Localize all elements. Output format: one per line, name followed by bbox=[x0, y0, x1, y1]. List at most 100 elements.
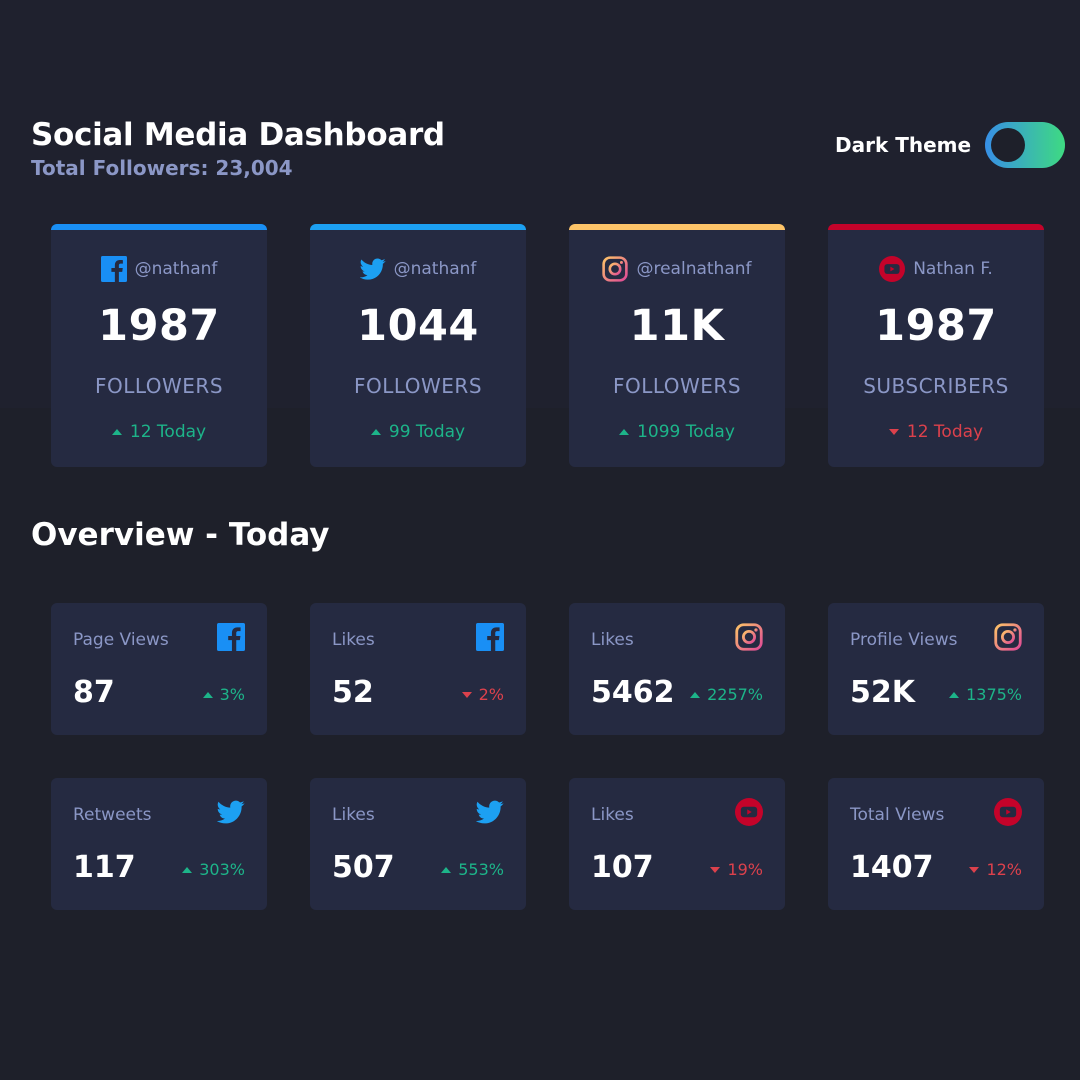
metric-label: Page Views bbox=[73, 630, 169, 650]
arrow-up-icon bbox=[619, 429, 630, 435]
change-text: 1375% bbox=[966, 685, 1022, 704]
metric-label: Profile Views bbox=[850, 630, 958, 650]
facebook-icon bbox=[100, 256, 127, 282]
overview-card[interactable]: Total Views 1407 12% bbox=[828, 778, 1044, 910]
arrow-down-icon bbox=[969, 866, 980, 873]
arrow-up-icon bbox=[202, 691, 213, 698]
change-text: 553% bbox=[458, 860, 504, 879]
today-change: 12 Today bbox=[828, 422, 1044, 442]
overview-card[interactable]: Page Views 87 3% bbox=[51, 603, 267, 735]
metric-change: 2257% bbox=[690, 685, 763, 704]
youtube-icon bbox=[879, 256, 906, 282]
card-accent-bar bbox=[828, 224, 1044, 230]
arrow-up-icon bbox=[370, 429, 381, 435]
metric-label: Likes bbox=[332, 805, 375, 825]
handle-text: Nathan F. bbox=[913, 259, 993, 279]
handle-text: @nathanf bbox=[134, 259, 218, 279]
theme-toggle[interactable] bbox=[985, 122, 1065, 168]
twitter-icon bbox=[476, 800, 504, 824]
metric-value: 52K bbox=[850, 675, 915, 710]
metric-value: 5462 bbox=[591, 675, 675, 710]
overview-card[interactable]: Likes 107 19% bbox=[569, 778, 785, 910]
overview-card[interactable]: Profile Views 52K 1375% bbox=[828, 603, 1044, 735]
overview-card[interactable]: Retweets 117 303% bbox=[51, 778, 267, 910]
today-change: 1099 Today bbox=[569, 422, 785, 442]
follower-unit: SUBSCRIBERS bbox=[863, 374, 1009, 398]
change-text: 12% bbox=[986, 860, 1022, 879]
arrow-up-icon bbox=[690, 691, 701, 698]
today-text: 12 Today bbox=[906, 422, 984, 442]
follower-unit: FOLLOWERS bbox=[612, 374, 742, 398]
facebook-icon bbox=[476, 623, 504, 651]
youtube-icon bbox=[994, 798, 1022, 826]
metric-label: Likes bbox=[591, 630, 634, 650]
toggle-knob bbox=[991, 128, 1025, 162]
metric-value: 1407 bbox=[850, 850, 934, 885]
twitter-icon bbox=[359, 258, 386, 280]
twitter-icon bbox=[217, 800, 245, 824]
overview-card[interactable]: Likes 5462 2257% bbox=[569, 603, 785, 735]
metric-change: 303% bbox=[182, 860, 245, 879]
facebook-icon bbox=[217, 623, 245, 651]
metric-label: Likes bbox=[591, 805, 634, 825]
arrow-up-icon bbox=[441, 866, 452, 873]
follower-card-twitter[interactable]: @nathanf 1044 FOLLOWERS 99 Today bbox=[310, 224, 526, 467]
change-text: 2257% bbox=[707, 685, 763, 704]
follower-card-youtube[interactable]: Nathan F. 1987 SUBSCRIBERS 12 Today bbox=[828, 224, 1044, 467]
arrow-up-icon bbox=[949, 691, 960, 698]
metric-value: 117 bbox=[73, 850, 136, 885]
handle-text: @realnathanf bbox=[636, 259, 752, 279]
metric-value: 107 bbox=[591, 850, 654, 885]
overview-card[interactable]: Likes 52 2% bbox=[310, 603, 526, 735]
theme-label: Dark Theme bbox=[835, 133, 972, 157]
follower-count: 1987 bbox=[98, 301, 220, 351]
follower-count: 11K bbox=[629, 301, 725, 351]
metric-label: Total Views bbox=[850, 805, 945, 825]
change-text: 2% bbox=[478, 685, 504, 704]
overview-card[interactable]: Likes 507 553% bbox=[310, 778, 526, 910]
arrow-up-icon bbox=[182, 866, 193, 873]
overview-title: Overview - Today bbox=[31, 517, 330, 553]
today-text: 1099 Today bbox=[637, 422, 735, 442]
metric-value: 52 bbox=[332, 675, 374, 710]
card-handle: Nathan F. bbox=[828, 254, 1044, 284]
instagram-icon bbox=[735, 623, 763, 651]
handle-text: @nathanf bbox=[393, 259, 477, 279]
follower-unit: FOLLOWERS bbox=[353, 374, 483, 398]
metric-label: Likes bbox=[332, 630, 375, 650]
card-accent-bar bbox=[51, 224, 267, 230]
arrow-down-icon bbox=[888, 429, 899, 435]
follower-card-facebook[interactable]: @nathanf 1987 FOLLOWERS 12 Today bbox=[51, 224, 267, 467]
follower-count: 1044 bbox=[357, 301, 479, 351]
arrow-down-icon bbox=[710, 866, 721, 873]
today-text: 99 Today bbox=[388, 422, 466, 442]
instagram-icon bbox=[994, 623, 1022, 651]
card-handle: @nathanf bbox=[51, 254, 267, 284]
metric-value: 507 bbox=[332, 850, 395, 885]
arrow-down-icon bbox=[461, 691, 472, 698]
follower-unit: FOLLOWERS bbox=[94, 374, 224, 398]
card-accent-bar bbox=[569, 224, 785, 230]
metric-change: 1375% bbox=[949, 685, 1022, 704]
change-text: 3% bbox=[219, 685, 245, 704]
card-handle: @realnathanf bbox=[569, 254, 785, 284]
total-followers: Total Followers: 23,004 bbox=[31, 156, 293, 180]
youtube-icon bbox=[735, 798, 763, 826]
follower-card-instagram[interactable]: @realnathanf 11K FOLLOWERS 1099 Today bbox=[569, 224, 785, 467]
metric-change: 3% bbox=[202, 685, 245, 704]
change-text: 303% bbox=[199, 860, 245, 879]
metric-change: 2% bbox=[461, 685, 504, 704]
dashboard-header: Social Media Dashboard Total Followers: … bbox=[31, 117, 1065, 187]
arrow-up-icon bbox=[111, 429, 122, 435]
page-title: Social Media Dashboard bbox=[31, 117, 445, 153]
today-change: 99 Today bbox=[310, 422, 526, 442]
card-accent-bar bbox=[310, 224, 526, 230]
metric-value: 87 bbox=[73, 675, 115, 710]
metric-change: 553% bbox=[441, 860, 504, 879]
today-change: 12 Today bbox=[51, 422, 267, 442]
instagram-icon bbox=[602, 256, 629, 282]
card-handle: @nathanf bbox=[310, 254, 526, 284]
change-text: 19% bbox=[727, 860, 763, 879]
metric-change: 19% bbox=[710, 860, 763, 879]
today-text: 12 Today bbox=[129, 422, 207, 442]
